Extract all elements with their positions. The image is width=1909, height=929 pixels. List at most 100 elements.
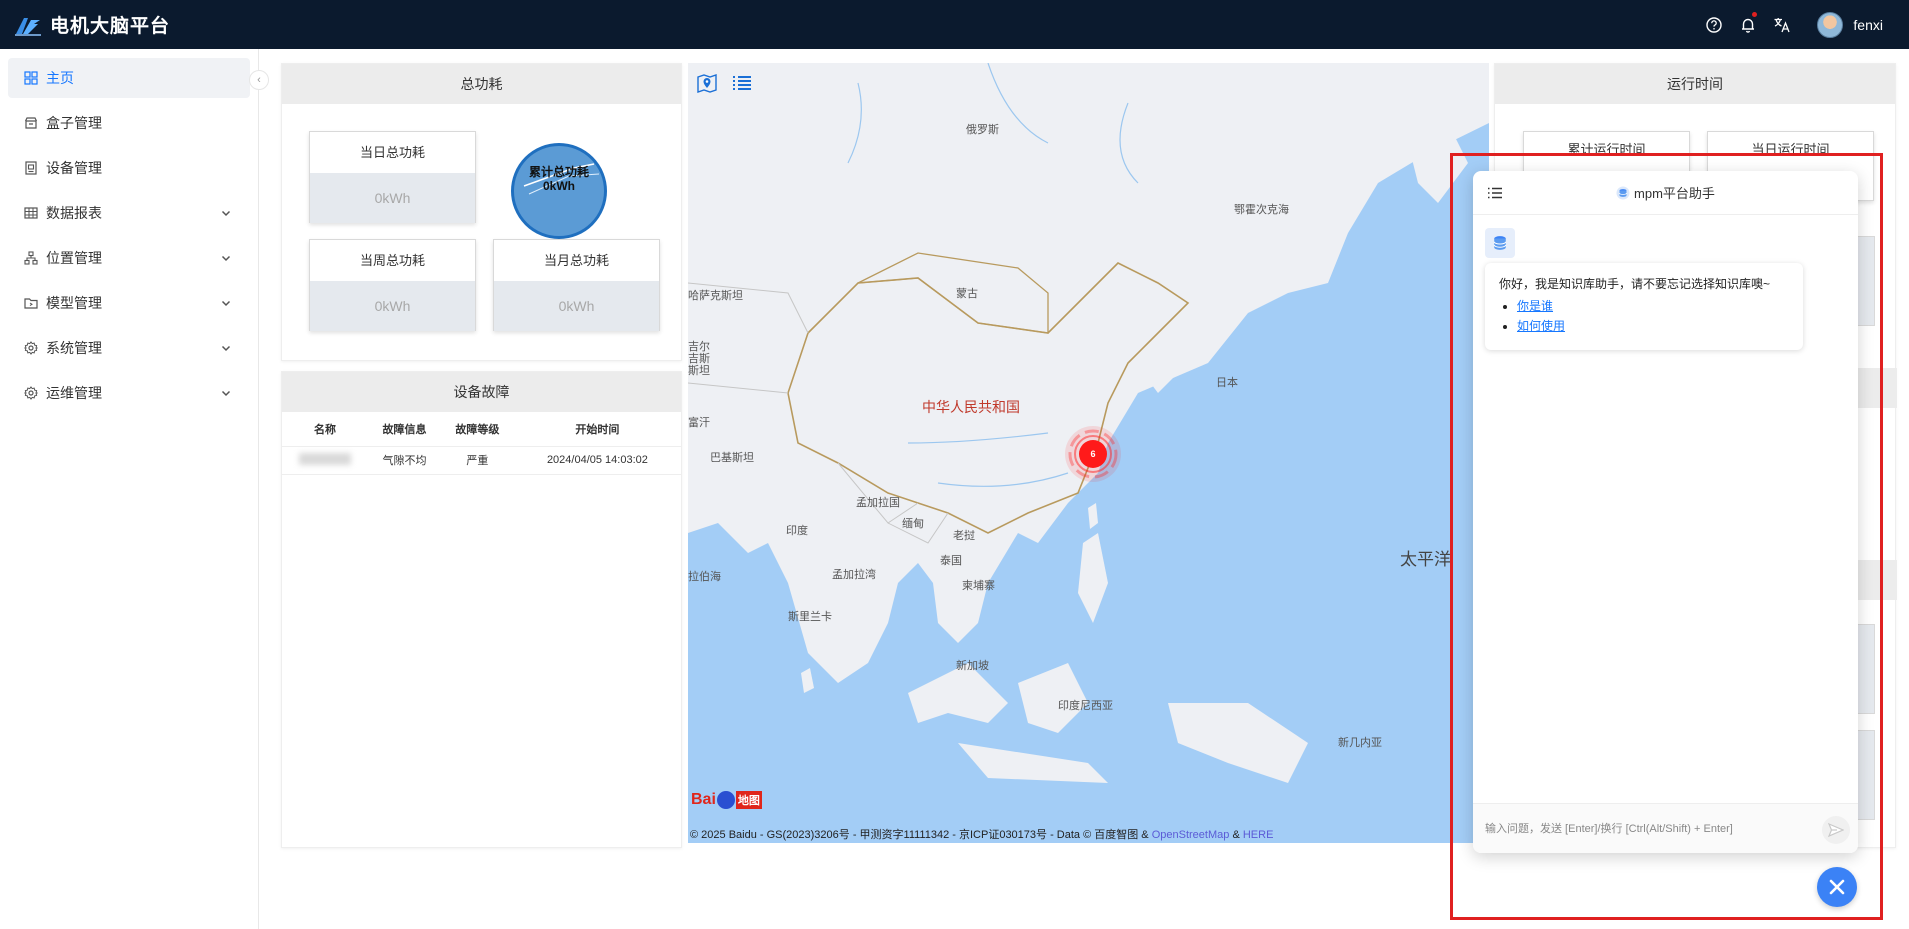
map-label-laos: 老挝 bbox=[953, 530, 975, 542]
fault-panel: 设备故障 名称 故障信息 故障等级 开始时间 气隙不均 严重 2024/04/0… bbox=[281, 371, 682, 848]
map-label-thailand: 泰国 bbox=[940, 555, 962, 567]
daily-power-card: 当日总功耗 0kWh bbox=[309, 131, 476, 223]
table-header-row: 名称 故障信息 故障等级 开始时间 bbox=[282, 412, 681, 447]
cumulative-power-label: 累计总功耗 bbox=[528, 165, 589, 179]
chat-close-button[interactable] bbox=[1817, 867, 1857, 907]
sidebar-item-reports[interactable]: 数据报表 bbox=[8, 193, 250, 233]
map-label-okhotsk: 鄂霍次克海 bbox=[1234, 204, 1289, 216]
weekly-power-label: 当周总功耗 bbox=[359, 253, 425, 268]
baidu-paw-icon bbox=[716, 791, 735, 809]
bot-avatar bbox=[1485, 228, 1515, 258]
daily-power-label: 当日总功耗 bbox=[359, 145, 425, 160]
suggestion-link-howto[interactable]: 如何使用 bbox=[1517, 319, 1565, 333]
translate-icon[interactable] bbox=[1773, 16, 1791, 34]
device-cluster-marker[interactable]: 6 bbox=[1063, 424, 1123, 484]
gear-icon bbox=[24, 341, 38, 355]
baidu-logo-suffix: 地图 bbox=[735, 791, 762, 809]
chevron-left-icon: ‹ bbox=[257, 74, 261, 86]
weekly-power-value: 0kWh bbox=[310, 281, 475, 331]
cumulative-power-value: 0kWh bbox=[542, 179, 575, 193]
weekly-power-card: 当周总功耗 0kWh bbox=[309, 239, 476, 331]
table-icon bbox=[24, 206, 38, 220]
sidebar-item-ops[interactable]: 运维管理 bbox=[8, 373, 250, 413]
username[interactable]: fenxi bbox=[1853, 17, 1883, 33]
map-label-cambodia: 柬埔寨 bbox=[962, 580, 995, 592]
here-link[interactable]: HERE bbox=[1243, 829, 1274, 841]
sidebar-item-label: 位置管理 bbox=[46, 250, 102, 266]
chat-header: mpm平台助手 bbox=[1473, 171, 1858, 215]
map-label-bangladesh: 孟加拉国 bbox=[856, 497, 900, 509]
monthly-power-label: 当月总功耗 bbox=[543, 253, 609, 268]
table-row[interactable]: 气隙不均 严重 2024/04/05 14:03:02 bbox=[282, 446, 681, 475]
daily-power-value: 0kWh bbox=[310, 173, 475, 223]
chat-input[interactable] bbox=[1485, 814, 1815, 844]
bot-message: 你好，我是知识库助手，请不要忘记选择知识库噢~ 你是谁 如何使用 bbox=[1485, 263, 1803, 350]
power-panel-title: 总功耗 bbox=[282, 64, 681, 104]
map-copyright: © 2025 Baidu - GS(2023)3206号 - 甲测资字11111… bbox=[690, 826, 1273, 842]
fault-panel-title: 设备故障 bbox=[282, 372, 681, 412]
map-label-indonesia: 印度尼西亚 bbox=[1058, 700, 1113, 712]
map-view[interactable]: 俄罗斯 哈萨克斯坦 蒙古 中华人民共和国 吉尔吉斯斯坦 富汗 巴基斯坦 孟加拉国… bbox=[688, 63, 1489, 843]
sidebar-item-system[interactable]: 系统管理 bbox=[8, 328, 250, 368]
close-icon bbox=[1829, 879, 1845, 895]
sidebar-item-label: 系统管理 bbox=[46, 340, 102, 356]
map-label-singapore: 新加坡 bbox=[956, 660, 989, 672]
chat-assistant-panel: mpm平台助手 你好，我是知识库助手，请不要忘记选择知识库噢~ 你是谁 如何使用 bbox=[1473, 171, 1858, 853]
sidebar-item-box[interactable]: 盒子管理 bbox=[8, 103, 250, 143]
suggestion-link-who[interactable]: 你是谁 bbox=[1517, 299, 1553, 313]
map-label-russia: 俄罗斯 bbox=[966, 124, 999, 136]
fault-time-cell: 2024/04/05 14:03:02 bbox=[513, 446, 681, 475]
menu-icon[interactable] bbox=[1487, 185, 1503, 201]
sidebar-collapse-button[interactable]: ‹ bbox=[249, 70, 269, 90]
column-header: 开始时间 bbox=[513, 412, 681, 447]
monthly-power-card: 当月总功耗 0kWh bbox=[493, 239, 660, 331]
sidebar-item-label: 数据报表 bbox=[46, 205, 102, 221]
fault-info-cell: 气隙不均 bbox=[368, 446, 441, 475]
cluster-count: 6 bbox=[1090, 449, 1096, 459]
chevron-down-icon bbox=[221, 300, 231, 307]
map-label-pakistan: 巴基斯坦 bbox=[710, 452, 754, 464]
help-icon[interactable] bbox=[1705, 16, 1723, 34]
map-label-india: 印度 bbox=[786, 525, 808, 537]
sidebar-item-home[interactable]: 主页 bbox=[8, 58, 250, 98]
sidebar-item-location[interactable]: 位置管理 bbox=[8, 238, 250, 278]
monthly-power-value: 0kWh bbox=[494, 281, 659, 331]
map-label-bay: 孟加拉湾 bbox=[832, 569, 876, 581]
map-label-sri-lanka: 斯里兰卡 bbox=[788, 611, 832, 623]
baidu-logo: Bai 地图 bbox=[691, 791, 762, 809]
bot-greeting: 你好，我是知识库助手，请不要忘记选择知识库噢~ bbox=[1499, 277, 1771, 291]
fault-table: 名称 故障信息 故障等级 开始时间 气隙不均 严重 2024/04/05 14:… bbox=[282, 412, 681, 475]
list-icon[interactable] bbox=[731, 72, 753, 94]
map-label-japan: 日本 bbox=[1216, 377, 1238, 389]
gear-icon bbox=[24, 386, 38, 400]
sidebar-item-label: 主页 bbox=[46, 70, 74, 86]
map-label-afghanistan: 富汗 bbox=[688, 417, 710, 429]
baidu-logo-text: Bai bbox=[691, 791, 716, 808]
map-pin-icon[interactable] bbox=[696, 72, 718, 94]
sidebar-item-label: 盒子管理 bbox=[46, 115, 102, 131]
box-icon bbox=[24, 116, 38, 130]
osm-link[interactable]: OpenStreetMap bbox=[1152, 829, 1230, 841]
avatar[interactable] bbox=[1817, 11, 1844, 38]
logo-icon bbox=[15, 17, 41, 36]
app-title: 电机大脑平台 bbox=[50, 16, 171, 37]
sidebar-item-label: 运维管理 bbox=[46, 385, 102, 401]
bell-icon[interactable] bbox=[1739, 11, 1758, 34]
copyright-amp: & bbox=[1232, 829, 1240, 841]
sidebar-item-models[interactable]: 模型管理 bbox=[8, 283, 250, 323]
list-item: 如何使用 bbox=[1517, 317, 1789, 334]
map-label-arabian-sea: 拉伯海 bbox=[688, 571, 721, 583]
map-label-pacific: 太平洋 bbox=[1400, 550, 1451, 569]
map-label-china: 中华人民共和国 bbox=[922, 399, 1020, 415]
power-panel: 总功耗 当日总功耗 0kWh 累计总功耗 0kWh 当周总功耗 0kWh 当月总… bbox=[281, 63, 682, 361]
chevron-down-icon bbox=[221, 255, 231, 262]
runtime-panel-title: 运行时间 bbox=[1495, 64, 1895, 104]
folder-icon bbox=[24, 296, 38, 310]
top-bar: 电机大脑平台 fenxi bbox=[0, 0, 1909, 49]
send-button[interactable] bbox=[1822, 816, 1850, 844]
brand[interactable]: 电机大脑平台 bbox=[14, 11, 170, 38]
chevron-down-icon bbox=[221, 390, 231, 397]
fault-name-cell bbox=[282, 446, 369, 475]
sidebar-item-device[interactable]: 设备管理 bbox=[8, 148, 250, 188]
sidebar: 主页 盒子管理 设备管理 数据报表 位置管理 模型管理 系统管理 运维管理 bbox=[0, 49, 259, 929]
